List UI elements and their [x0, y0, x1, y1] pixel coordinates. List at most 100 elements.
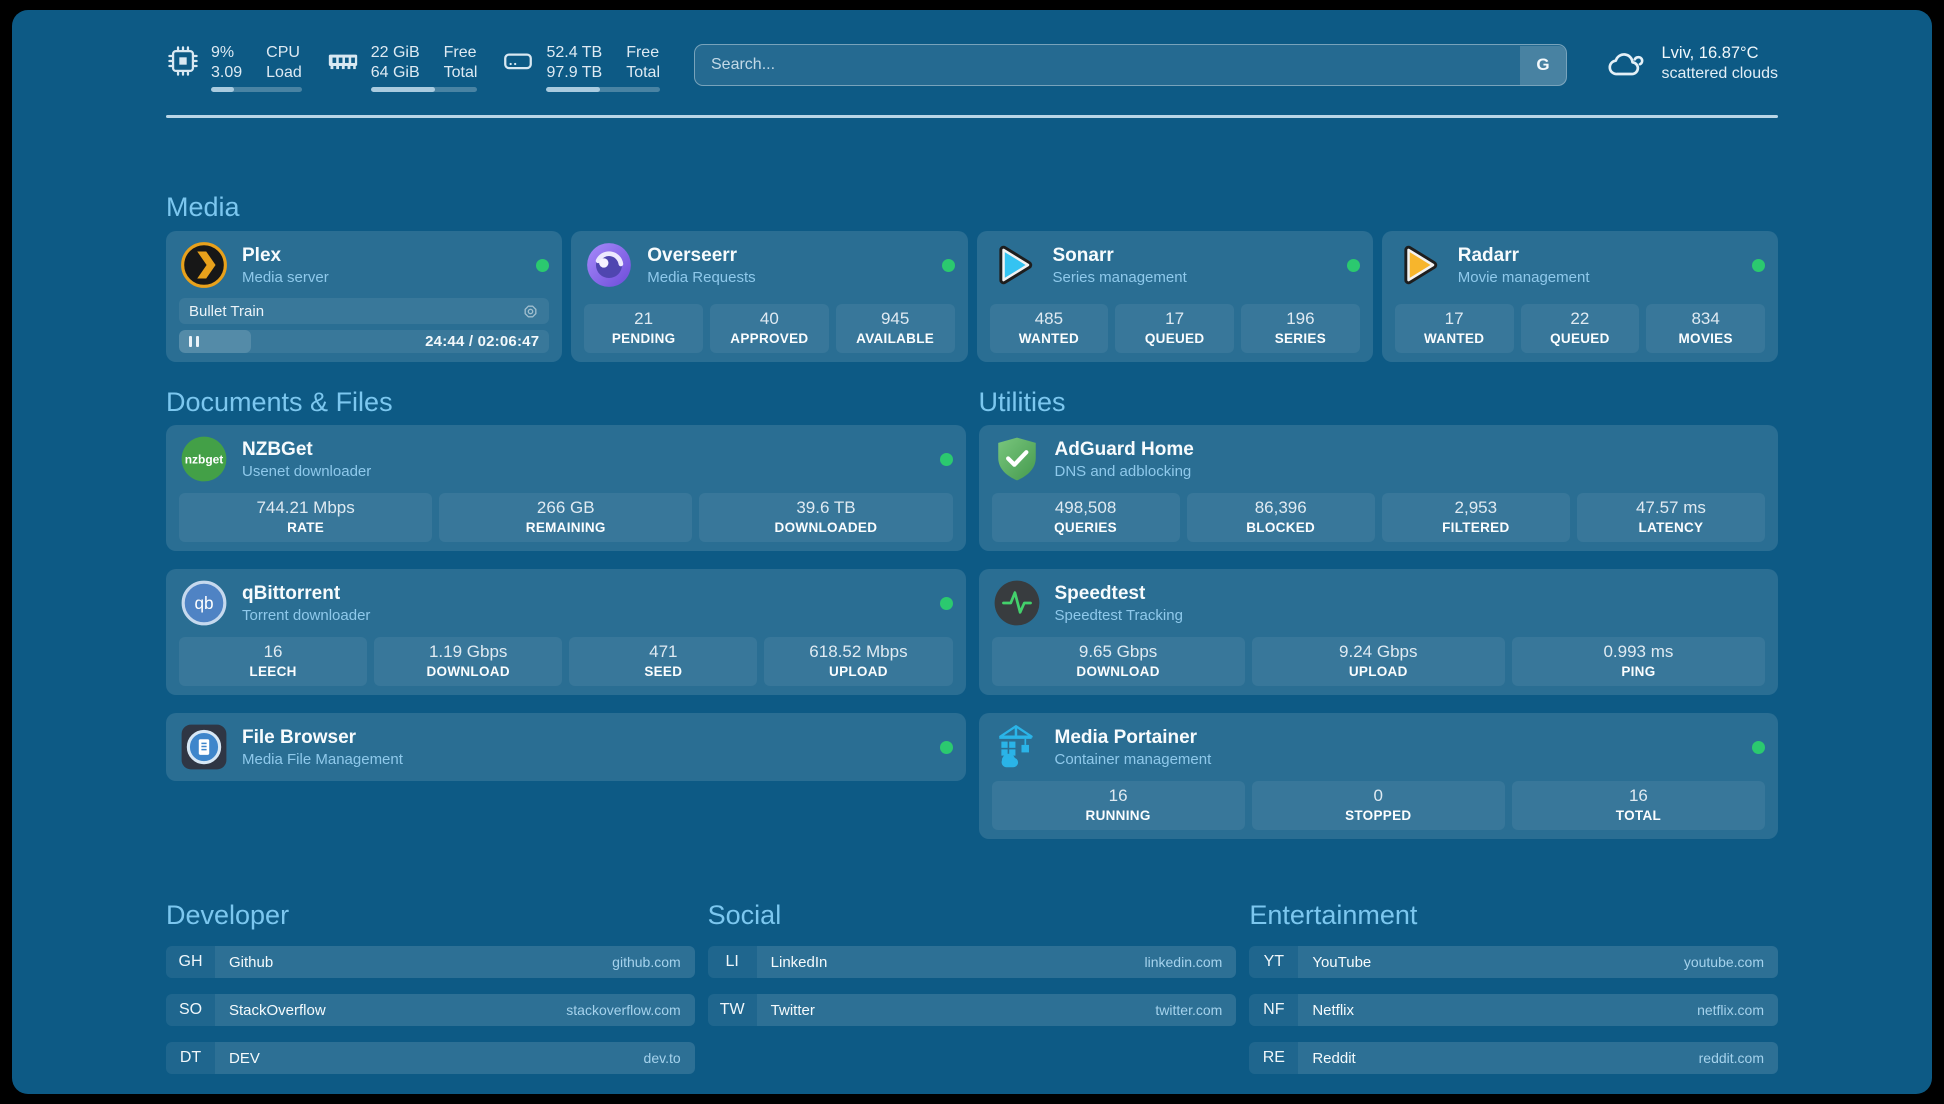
playback-progressbar[interactable]: 24:44 / 02:06:47	[179, 330, 549, 353]
stat-value: 16	[183, 641, 363, 662]
resource-widget-disk: 52.4 TB97.9 TBFreeTotal	[501, 43, 660, 92]
bookmark-abbr: NF	[1249, 994, 1298, 1026]
bookmark-name: DEV	[229, 1050, 260, 1067]
stat-label: FILTERED	[1386, 520, 1566, 536]
service-subtitle: Series management	[1053, 268, 1187, 287]
bookmark-link-stackoverflow[interactable]: SOStackOverflowstackoverflow.com	[166, 994, 695, 1026]
documents-column: Documents & Files nzbgetNZBGetUsenet dow…	[166, 386, 966, 839]
svg-text:nzbget: nzbget	[185, 453, 224, 467]
weather-condition: scattered clouds	[1661, 64, 1778, 84]
service-card-file-browser[interactable]: File BrowserMedia File Management	[166, 713, 966, 781]
stat-value: 40	[714, 308, 825, 329]
stat-tile: 47.57 msLATENCY	[1577, 493, 1765, 542]
service-subtitle: Speedtest Tracking	[1055, 606, 1183, 625]
stat-label: APPROVED	[714, 331, 825, 347]
service-card-plex[interactable]: PlexMedia serverBullet Train24:44 / 02:0…	[166, 231, 562, 362]
stat-value: 17	[1119, 308, 1230, 329]
bookmark-link-linkedin[interactable]: LILinkedInlinkedin.com	[708, 946, 1237, 978]
stat-value: 17	[1399, 308, 1510, 329]
status-dot	[940, 741, 953, 754]
bookmark-group-social: SocialLILinkedInlinkedin.comTWTwittertwi…	[708, 899, 1237, 1090]
stat-label: TOTAL	[1516, 808, 1761, 824]
stat-value: 618.52 Mbps	[768, 641, 948, 662]
section-title-media: Media	[166, 191, 1778, 223]
service-card-sonarr[interactable]: SonarrSeries management485WANTED17QUEUED…	[977, 231, 1373, 362]
section-title-utilities: Utilities	[979, 386, 1779, 418]
service-subtitle: DNS and adblocking	[1055, 462, 1194, 481]
resource-value-1: 9%	[211, 43, 242, 63]
stat-value: 0	[1256, 785, 1501, 806]
service-card-media-portainer[interactable]: Media PortainerContainer management16RUN…	[979, 713, 1779, 839]
bookmark-url: netflix.com	[1697, 1002, 1764, 1018]
resource-label-2: Total	[444, 63, 478, 83]
plex-icon	[179, 240, 229, 290]
bookmark-name: YouTube	[1312, 954, 1371, 971]
stat-label: DOWNLOAD	[996, 664, 1241, 680]
weather-widget[interactable]: Lviv, 16.87°C scattered clouds	[1603, 43, 1778, 84]
service-subtitle: Movie management	[1458, 268, 1590, 287]
stat-value: 2,953	[1386, 497, 1566, 518]
stat-tile: 9.24 GbpsUPLOAD	[1252, 637, 1505, 686]
stat-tile: 16LEECH	[179, 637, 367, 686]
stat-tile: 834MOVIES	[1646, 304, 1765, 353]
stat-value: 0.993 ms	[1516, 641, 1761, 662]
bookmark-name: LinkedIn	[771, 954, 828, 971]
filebrowser-icon	[179, 722, 229, 772]
bookmark-link-netflix[interactable]: NFNetflixnetflix.com	[1249, 994, 1778, 1026]
weather-text: Lviv, 16.87°C scattered clouds	[1661, 43, 1778, 84]
qbittorrent-icon: qb	[179, 578, 229, 628]
stat-value: 39.6 TB	[703, 497, 948, 518]
stat-label: QUEUED	[1525, 331, 1636, 347]
bookmark-link-twitter[interactable]: TWTwittertwitter.com	[708, 994, 1237, 1026]
playback-time: 24:44 / 02:06:47	[425, 333, 539, 350]
stat-value: 22	[1525, 308, 1636, 329]
bookmark-name: Twitter	[771, 1002, 815, 1019]
search-provider-button[interactable]: G	[1520, 46, 1566, 85]
stat-tile: 21PENDING	[584, 304, 703, 353]
bookmark-abbr: RE	[1249, 1042, 1298, 1074]
service-card-radarr[interactable]: RadarrMovie management17WANTED22QUEUED83…	[1382, 231, 1778, 362]
service-card-overseerr[interactable]: OverseerrMedia Requests21PENDING40APPROV…	[571, 231, 967, 362]
stat-tile: 1.19 GbpsDOWNLOAD	[374, 637, 562, 686]
stat-label: AVAILABLE	[840, 331, 951, 347]
bookmark-url: stackoverflow.com	[566, 1002, 680, 1018]
service-card-adguard-home[interactable]: AdGuard HomeDNS and adblocking498,508QUE…	[979, 425, 1779, 551]
stat-label: PING	[1516, 664, 1761, 680]
search-input[interactable]	[694, 44, 1567, 86]
bookmark-name: Github	[229, 954, 273, 971]
resource-value-2: 3.09	[211, 63, 242, 83]
resource-widget-memory: 22 GiB64 GiBFreeTotal	[326, 43, 478, 92]
middle-sections: Documents & Files nzbgetNZBGetUsenet dow…	[166, 386, 1778, 839]
bookmark-link-github[interactable]: GHGithubgithub.com	[166, 946, 695, 978]
bookmark-link-youtube[interactable]: YTYouTubeyoutube.com	[1249, 946, 1778, 978]
stat-tile: 17QUEUED	[1115, 304, 1234, 353]
bookmarks-section: DeveloperGHGithubgithub.comSOStackOverfl…	[166, 899, 1778, 1090]
top-bar: 9%3.09CPULoad22 GiB64 GiBFreeTotal52.4 T…	[166, 10, 1778, 92]
now-playing-title: Bullet Train	[189, 303, 264, 320]
bookmark-name: StackOverflow	[229, 1002, 326, 1019]
bookmark-group-title: Developer	[166, 899, 695, 931]
service-card-speedtest[interactable]: SpeedtestSpeedtest Tracking9.65 GbpsDOWN…	[979, 569, 1779, 695]
gear-icon[interactable]	[522, 303, 539, 320]
stat-label: WANTED	[1399, 331, 1510, 347]
search-bar: G	[694, 44, 1567, 86]
pause-icon[interactable]	[189, 336, 199, 347]
overseerr-icon	[584, 240, 634, 290]
resource-progressbar	[371, 87, 478, 92]
bookmark-url: dev.to	[644, 1050, 681, 1066]
stat-value: 47.57 ms	[1581, 497, 1761, 518]
media-section: PlexMedia serverBullet Train24:44 / 02:0…	[166, 231, 1778, 362]
stat-value: 86,396	[1191, 497, 1371, 518]
bookmark-link-reddit[interactable]: RERedditreddit.com	[1249, 1042, 1778, 1074]
bookmark-group-entertainment: EntertainmentYTYouTubeyoutube.comNFNetfl…	[1249, 899, 1778, 1090]
service-card-nzbget[interactable]: nzbgetNZBGetUsenet downloader744.21 Mbps…	[166, 425, 966, 551]
status-dot	[1347, 259, 1360, 272]
stat-label: WANTED	[994, 331, 1105, 347]
stat-label: UPLOAD	[768, 664, 948, 680]
stat-tile: 945AVAILABLE	[836, 304, 955, 353]
bookmark-link-dev[interactable]: DTDEVdev.to	[166, 1042, 695, 1074]
stat-tile: 9.65 GbpsDOWNLOAD	[992, 637, 1245, 686]
resource-value-2: 97.9 TB	[546, 63, 602, 83]
service-card-qbittorrent[interactable]: qbqBittorrentTorrent downloader16LEECH1.…	[166, 569, 966, 695]
stat-tile: 16TOTAL	[1512, 781, 1765, 830]
